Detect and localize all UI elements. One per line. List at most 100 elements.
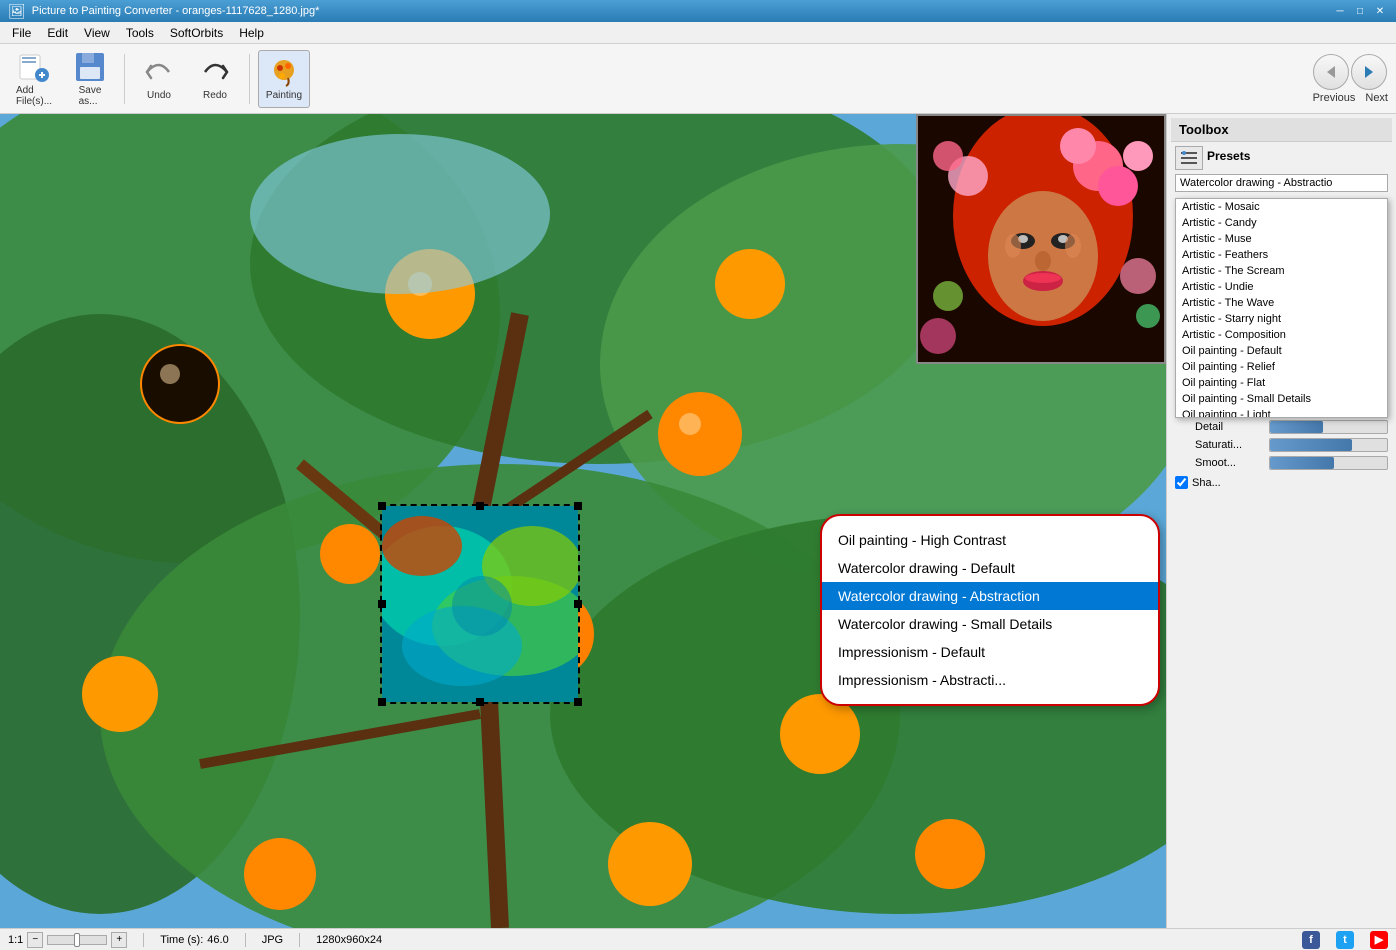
sharpen-checkbox[interactable]	[1175, 476, 1188, 489]
transformed-content	[382, 506, 578, 702]
saturation-label: Saturati...	[1195, 439, 1265, 451]
big-dropdown-overlay[interactable]: Oil painting - High Contrast Watercolor …	[820, 514, 1160, 706]
save-as-button[interactable]: Saveas...	[64, 50, 116, 108]
youtube-icon[interactable]: ▶	[1370, 931, 1388, 949]
preset-artistic-muse[interactable]: Artistic - Muse	[1176, 231, 1387, 247]
preset-icon-button[interactable]	[1175, 146, 1203, 170]
toolbar: AddFile(s)... Saveas... Undo Red	[0, 44, 1396, 114]
painting-button[interactable]: Painting	[258, 50, 310, 108]
preset-artistic-composition[interactable]: Artistic - Composition	[1176, 327, 1387, 343]
menu-bar: File Edit View Tools SoftOrbits Help	[0, 22, 1396, 44]
big-dropdown-item-watercolor-abstraction[interactable]: Watercolor drawing - Abstraction	[822, 582, 1158, 610]
sharpen-label: Sha...	[1192, 477, 1221, 489]
menu-tools[interactable]: Tools	[118, 24, 162, 42]
preset-artistic-scream[interactable]: Artistic - The Scream	[1176, 263, 1387, 279]
big-dropdown-item-watercolor-small[interactable]: Watercolor drawing - Small Details	[822, 610, 1158, 638]
redo-button[interactable]: Redo	[189, 50, 241, 108]
preview-svg	[918, 116, 1166, 364]
maximize-button[interactable]: □	[1352, 3, 1368, 19]
redo-icon	[199, 56, 231, 88]
preview-image	[916, 114, 1166, 364]
dimensions-label: 1280x960x24	[316, 934, 382, 946]
save-icon	[74, 51, 106, 83]
toolbox-title: Toolbox	[1171, 118, 1392, 142]
minimize-button[interactable]: ─	[1332, 3, 1348, 19]
toolbar-separator-2	[249, 54, 250, 104]
presets-label: Presets	[1207, 149, 1250, 163]
next-button[interactable]	[1351, 54, 1387, 90]
smooth-label: Smoot...	[1195, 457, 1265, 469]
big-dropdown-item-impressionism-default[interactable]: Impressionism - Default	[822, 638, 1158, 666]
previous-button[interactable]	[1313, 54, 1349, 90]
time-value: 46.0	[207, 934, 228, 946]
preset-artistic-feathers[interactable]: Artistic - Feathers	[1176, 247, 1387, 263]
presets-section: Presets Watercolor drawing - Abstractio …	[1171, 142, 1392, 196]
previous-label: Previous	[1313, 92, 1356, 104]
save-as-label: Saveas...	[79, 85, 102, 107]
toolbox-panel: Toolbox Presets Watercolor drawing - Abs…	[1166, 114, 1396, 928]
add-files-button[interactable]: AddFile(s)...	[8, 50, 60, 108]
checkbox-row: Sha...	[1175, 476, 1388, 489]
menu-edit[interactable]: Edit	[39, 24, 76, 42]
menu-file[interactable]: File	[4, 24, 39, 42]
zoom-minus-button[interactable]: −	[27, 932, 43, 948]
preset-artistic-mosaic[interactable]: Artistic - Mosaic	[1176, 199, 1387, 215]
transformed-svg	[382, 506, 578, 702]
presets-dropdown[interactable]: Artistic - Mosaic Artistic - Candy Artis…	[1175, 198, 1388, 418]
next-label: Next	[1365, 92, 1388, 104]
format-label: JPG	[262, 934, 283, 946]
time-label: Time (s):	[160, 934, 203, 946]
status-sep-1	[143, 933, 144, 947]
window-title: Picture to Painting Converter - oranges-…	[32, 5, 1332, 17]
app-icon: 🖼	[8, 3, 26, 20]
preset-oil-small-details[interactable]: Oil painting - Small Details	[1176, 391, 1387, 407]
zoom-level: 1:1	[8, 934, 23, 946]
zoom-slider[interactable]	[47, 935, 107, 945]
prev-next-area: Previous Next	[1313, 54, 1388, 104]
redo-label: Redo	[203, 90, 227, 101]
time-status: Time (s): 46.0	[160, 934, 228, 946]
main-content: Oil painting - High Contrast Watercolor …	[0, 114, 1396, 928]
presets-select[interactable]: Watercolor drawing - Abstractio Artistic…	[1175, 174, 1388, 192]
big-dropdown-item-impressionism-abstract[interactable]: Impressionism - Abstracti...	[822, 666, 1158, 694]
preset-artistic-starry[interactable]: Artistic - Starry night	[1176, 311, 1387, 327]
close-button[interactable]: ✕	[1372, 3, 1388, 19]
painting-icon	[268, 56, 300, 88]
saturation-slider[interactable]	[1269, 438, 1388, 452]
painting-label: Painting	[266, 90, 302, 101]
detail-slider[interactable]	[1269, 420, 1388, 434]
undo-icon	[143, 56, 175, 88]
zoom-control: 1:1 − +	[8, 932, 127, 948]
menu-view[interactable]: View	[76, 24, 118, 42]
menu-softorbits[interactable]: SoftOrbits	[162, 24, 231, 42]
status-bar: 1:1 − + Time (s): 46.0 JPG 1280x960x24 f…	[0, 928, 1396, 950]
prev-next-buttons	[1313, 54, 1387, 90]
smooth-row: Smoot...	[1175, 456, 1388, 470]
status-sep-3	[299, 933, 300, 947]
smooth-slider[interactable]	[1269, 456, 1388, 470]
facebook-icon[interactable]: f	[1302, 931, 1320, 949]
menu-help[interactable]: Help	[231, 24, 272, 42]
zoom-plus-button[interactable]: +	[111, 932, 127, 948]
prev-next-labels: Previous Next	[1313, 92, 1388, 104]
preset-artistic-undie[interactable]: Artistic - Undie	[1176, 279, 1387, 295]
preset-oil-default[interactable]: Oil painting - Default	[1176, 343, 1387, 359]
twitter-icon[interactable]: t	[1336, 931, 1354, 949]
big-dropdown-item-oil-high[interactable]: Oil painting - High Contrast	[822, 526, 1158, 554]
preset-artistic-candy[interactable]: Artistic - Candy	[1176, 215, 1387, 231]
saturation-row: Saturati...	[1175, 438, 1388, 452]
add-files-icon	[18, 51, 50, 83]
preset-oil-relief[interactable]: Oil painting - Relief	[1176, 359, 1387, 375]
presets-select-container: Watercolor drawing - Abstractio Artistic…	[1175, 174, 1388, 192]
title-bar: 🖼 Picture to Painting Converter - orange…	[0, 0, 1396, 22]
preset-artistic-wave[interactable]: Artistic - The Wave	[1176, 295, 1387, 311]
window-controls: ─ □ ✕	[1332, 3, 1388, 19]
preset-oil-light[interactable]: Oil painting - Light	[1176, 407, 1387, 418]
undo-button[interactable]: Undo	[133, 50, 185, 108]
status-sep-2	[245, 933, 246, 947]
canvas-area[interactable]: Oil painting - High Contrast Watercolor …	[0, 114, 1166, 928]
preset-oil-flat[interactable]: Oil painting - Flat	[1176, 375, 1387, 391]
add-files-label: AddFile(s)...	[16, 85, 52, 107]
big-dropdown-item-watercolor-default[interactable]: Watercolor drawing - Default	[822, 554, 1158, 582]
toolbar-separator-1	[124, 54, 125, 104]
